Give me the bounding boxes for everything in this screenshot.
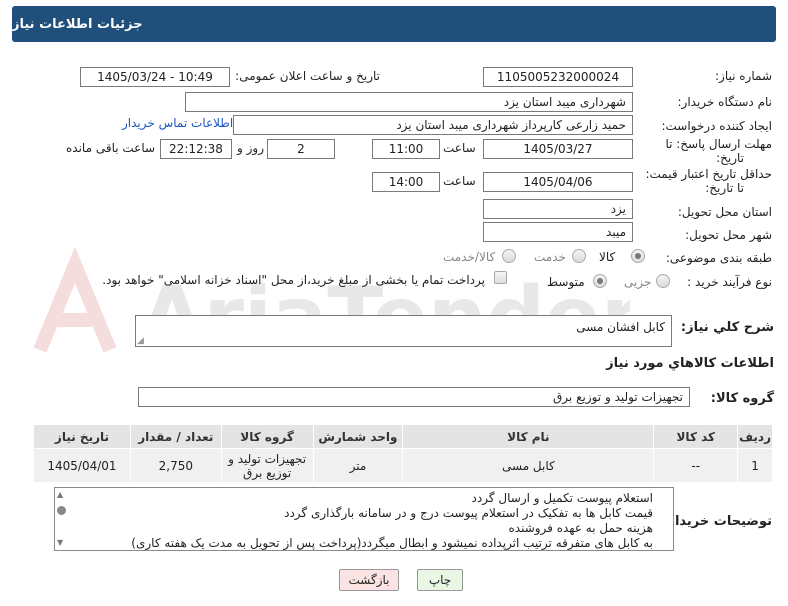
note-line: به کابل های متفرقه ترتیب اثرپداده نمیشود… [131, 536, 653, 550]
cell-item-code: -- [653, 448, 739, 483]
announce-field: 1405/03/24 - 10:49 [80, 67, 230, 87]
deadline-time-label: ساعت [443, 141, 476, 155]
process-minor-label: جزیی [624, 275, 652, 289]
category-service-radio[interactable] [572, 249, 586, 263]
col-row-number: ردیف [737, 424, 773, 449]
cell-group: تجهیزات تولید و توزیع برق [220, 448, 314, 483]
validity-time-label: ساعت [443, 174, 476, 188]
resize-grip-icon: ◢ [137, 336, 144, 346]
description-label: شرح کلي نياز: [680, 320, 774, 335]
description-textarea[interactable]: کابل افشان مسی [135, 315, 672, 347]
category-goods-radio[interactable] [631, 249, 645, 263]
note-line: قیمت کابل ها به تفکیک در استعلام پیوست د… [284, 506, 653, 520]
print-button[interactable]: چاپ [417, 569, 463, 591]
process-label: نوع فرآیند خرید : [687, 275, 772, 289]
cell-need-date: 1405/04/01 [33, 448, 131, 483]
table-row: 1 -- کابل مسی متر تجهیزات تولید و توزیع … [33, 448, 773, 483]
days-label: روز و [237, 141, 264, 155]
remaining-time-field: 22:12:38 [160, 139, 232, 159]
deadline-label-1: مهلت ارسال پاسخ: تا [665, 137, 772, 151]
validity-date-field: 1405/04/06 [483, 172, 633, 192]
remaining-days-field: 2 [267, 139, 335, 159]
category-label: طبقه بندی موضوعی: [665, 251, 772, 265]
goods-group-field: تجهیزات تولید و توزیع برق [138, 387, 690, 407]
cell-row-number: 1 [737, 448, 773, 483]
buyer-org-label: نام دستگاه خریدار: [677, 95, 773, 109]
deadline-time-field: 11:00 [372, 139, 440, 159]
province-label: استان محل تحویل: [677, 205, 772, 219]
announce-label: تاریخ و ساعت اعلان عمومی: [235, 69, 380, 83]
col-need-date: تاریخ نیاز [33, 424, 131, 449]
buyer-org-field: شهرداری میبد استان یزد [185, 92, 633, 112]
treasury-payment-checkbox[interactable] [494, 271, 507, 284]
note-line: هزینه حمل به عهده فروشنده [508, 521, 653, 535]
col-quantity: تعداد / مقدار [129, 424, 222, 449]
col-item-code: کد کالا [653, 424, 739, 449]
buyer-notes-textarea[interactable]: استعلام پیوست تکمیل و ارسال گردد قیمت کا… [54, 487, 674, 551]
creator-label: ایجاد کننده درخواست: [661, 119, 772, 133]
scroll-down-icon[interactable]: ▼ [57, 538, 63, 547]
col-unit: واحد شمارش [312, 424, 404, 449]
scroll-thumb-icon[interactable] [57, 506, 66, 515]
deadline-label-2: تاریخ: [716, 151, 744, 165]
category-goods-service-label: کالا/خدمت [443, 250, 496, 264]
validity-label-1: حداقل تاریخ اعتبار قیمت: [645, 167, 772, 181]
deadline-date-field: 1405/03/27 [483, 139, 633, 159]
goods-table-header: ردیف کد کالا نام کالا واحد شمارش گروه کا… [33, 424, 773, 449]
city-field: میبد [483, 222, 633, 242]
category-goods-service-radio[interactable] [502, 249, 516, 263]
category-service-label: خدمت [534, 250, 566, 264]
page-title: جزئیات اطلاعات نیاز [12, 16, 143, 32]
category-goods-label: کالا [599, 250, 616, 264]
province-field: یزد [483, 199, 633, 219]
need-number-field: 1105005232000024 [483, 67, 633, 87]
scroll-up-icon[interactable]: ▲ [57, 490, 63, 499]
col-group: گروه کالا [220, 424, 314, 449]
page-header: جزئیات اطلاعات نیاز [12, 6, 776, 42]
cell-item-name: کابل مسی [402, 448, 655, 483]
goods-info-title: اطلاعات کالاهاي مورد نياز [606, 356, 774, 371]
remaining-label: ساعت باقی مانده [66, 141, 156, 155]
cell-unit: متر [312, 448, 404, 483]
validity-label-2: تا تاریخ: [705, 181, 744, 195]
buyer-notes-label: توضیحات خریدار: [662, 514, 772, 529]
process-medium-radio[interactable] [593, 274, 607, 288]
creator-field: حمید زارعی کارپرداز شهرداری میبد استان ی… [233, 115, 633, 135]
buyer-contact-link[interactable]: اطلاعات تماس خریدار [122, 116, 233, 130]
city-label: شهر محل تحویل: [685, 228, 772, 242]
back-button[interactable]: بازگشت [339, 569, 399, 591]
treasury-payment-note: پرداخت تمام یا بخشی از مبلغ خرید،از محل … [102, 273, 485, 287]
cell-quantity: 2,750 [129, 448, 222, 483]
goods-group-label: گروه کالا: [710, 391, 774, 406]
goods-table: ردیف کد کالا نام کالا واحد شمارش گروه کا… [33, 424, 773, 483]
need-number-label: شماره نیاز: [715, 69, 772, 83]
note-line: استعلام پیوست تکمیل و ارسال گردد [471, 491, 653, 505]
validity-time-field: 14:00 [372, 172, 440, 192]
process-medium-label: متوسط [547, 275, 585, 289]
col-item-name: نام کالا [402, 424, 655, 449]
process-minor-radio[interactable] [656, 274, 670, 288]
notes-scrollbar[interactable]: ▲ ▼ [55, 488, 69, 550]
